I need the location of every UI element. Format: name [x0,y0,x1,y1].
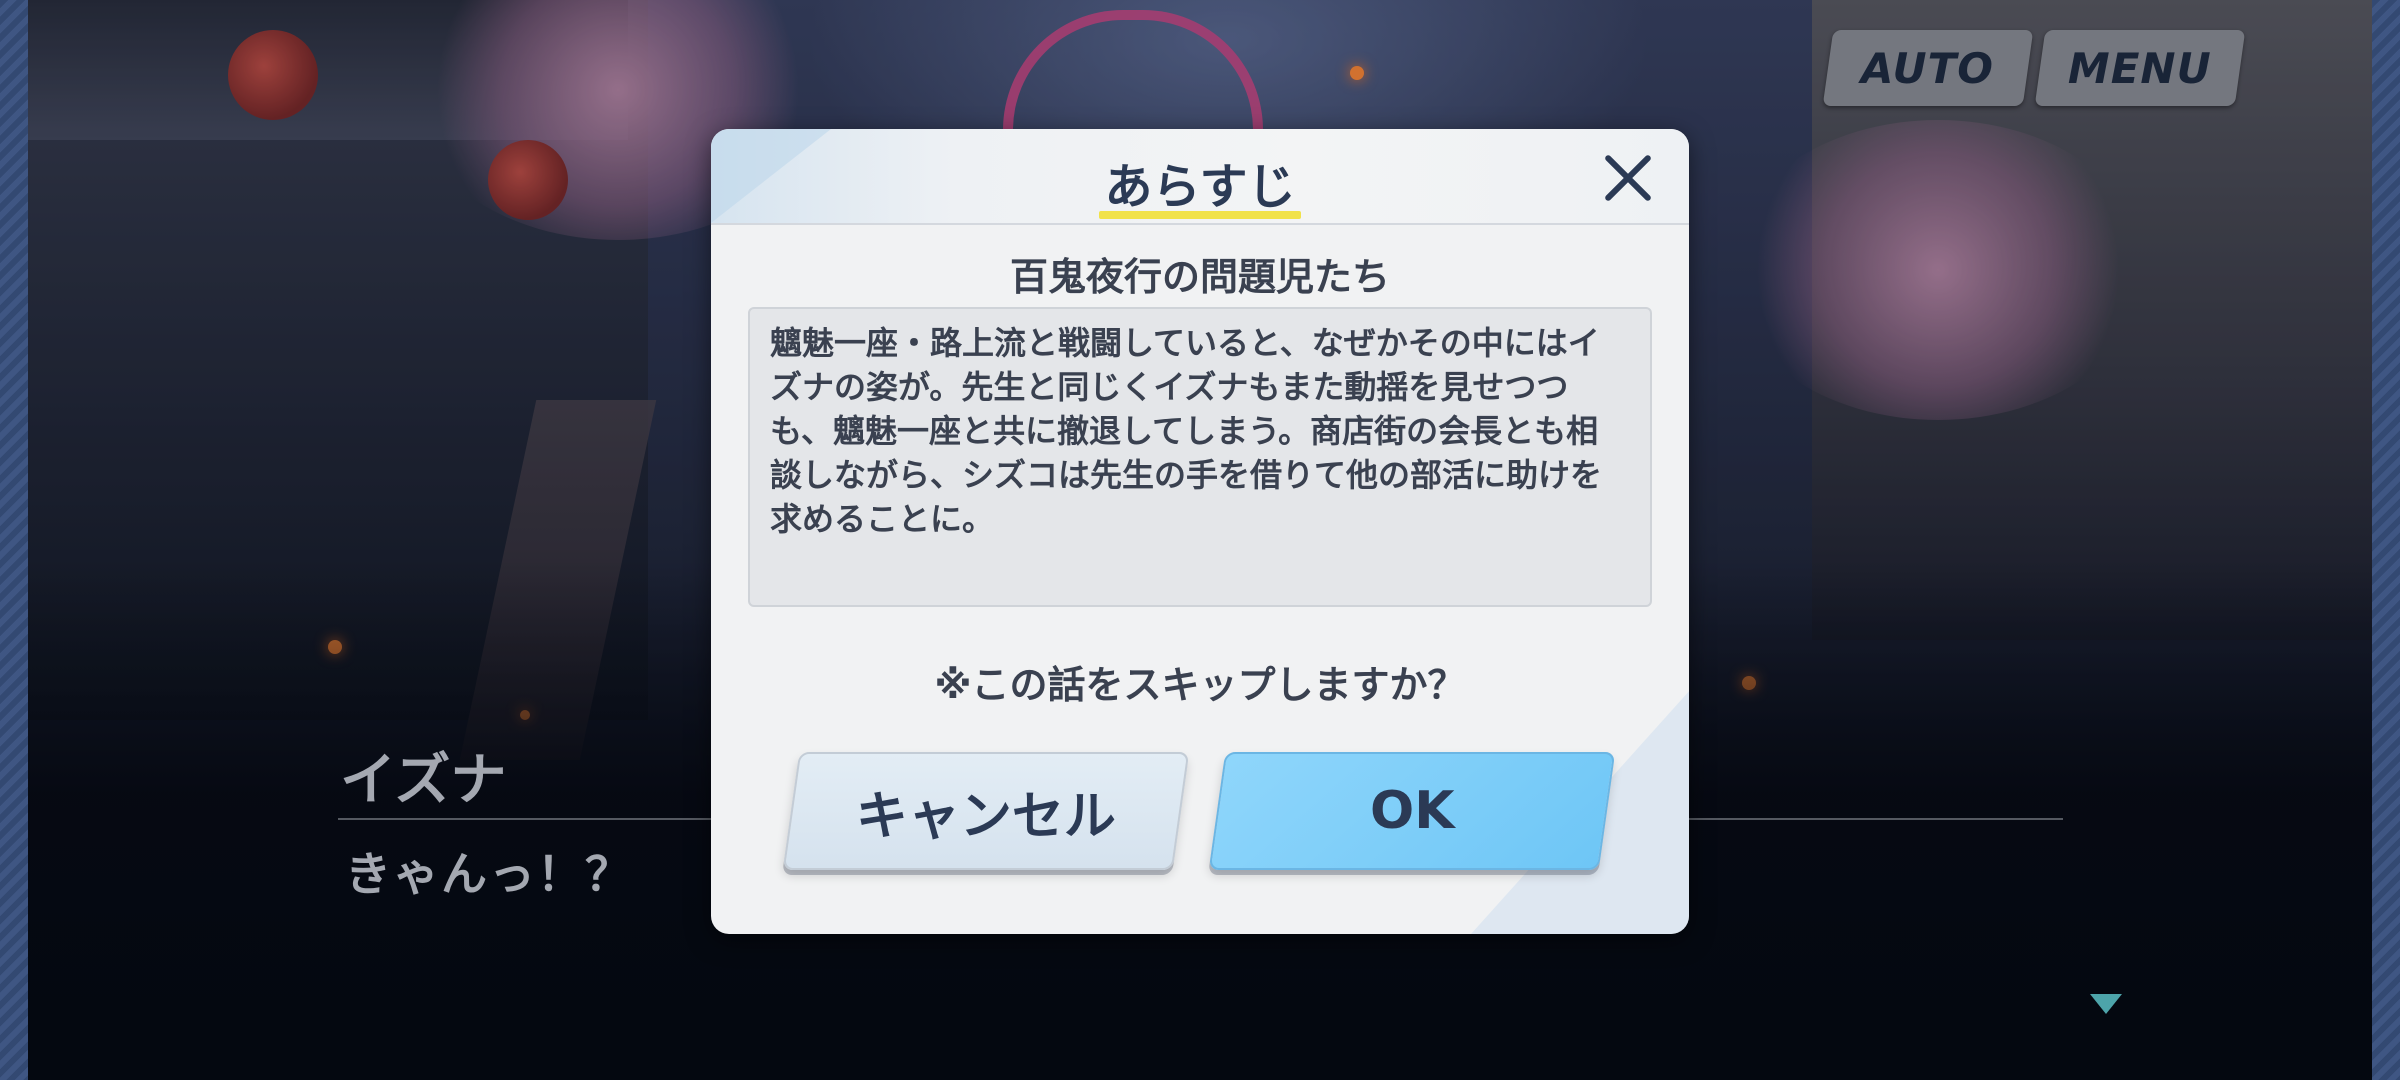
ok-button-label: OK [1369,781,1455,841]
synopsis-modal: あらすじ 百鬼夜行の問題児たち 魑魅一座・路上流と戦闘していると、なぜかその中に… [711,129,1689,934]
modal-title: あらすじ [1104,159,1296,215]
episode-title: 百鬼夜行の問題児たち [1009,255,1390,299]
cancel-button[interactable]: キャンセル [782,752,1190,870]
close-icon[interactable] [1601,151,1655,205]
skip-question: ※この話をスキップしますか？ [934,663,1466,707]
ok-button[interactable]: OK [1208,752,1616,870]
cancel-button-label: キャンセル [855,786,1116,847]
title-underline [1099,211,1301,219]
synopsis-text: 魑魅一座・路上流と戦闘していると、なぜかその中にはイズナの姿が。先生と同じくイズ… [748,307,1652,607]
